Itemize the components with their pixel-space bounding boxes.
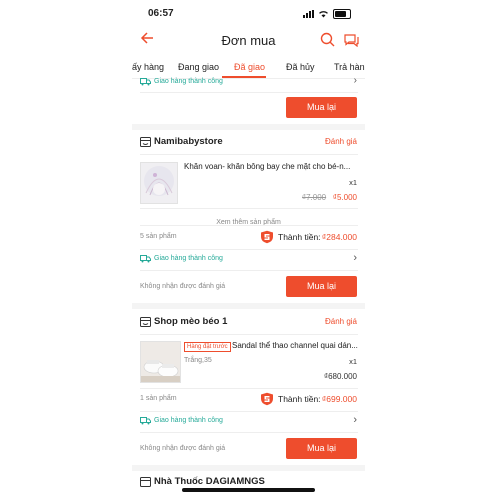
home-indicator <box>182 488 315 492</box>
order2-actions-row: Không nhận được đánh giá Mua lại <box>132 438 365 460</box>
tab-shipping[interactable]: Đang giao <box>178 62 219 72</box>
order2-variant: Trắng,35 <box>184 357 212 364</box>
chevron-right-icon: › <box>353 414 357 426</box>
divider <box>140 270 358 271</box>
chevron-right-icon: › <box>353 252 357 264</box>
order2-price: ₫680.000 <box>323 372 357 381</box>
shield-icon <box>261 392 273 406</box>
order2-total-row: 1 sản phẩm Thành tiền: ₫699.000 <box>132 391 365 407</box>
tab-delivered[interactable]: Đã giao <box>234 62 265 72</box>
cellular-signal-icon <box>303 10 314 18</box>
order0-ship-status: Giao hàng thành công <box>154 78 223 85</box>
order2-ship-status: Giao hàng thành công <box>154 417 223 424</box>
order1-old-price: ₫7.000 <box>302 193 327 202</box>
order1-total-row: 5 sản phẩm Thành tiền: ₫284.000 <box>132 229 365 245</box>
status-bar: 06:57 <box>132 6 365 22</box>
rebuy-button[interactable]: Mua lại <box>286 438 357 459</box>
order2-ship-row[interactable]: Giao hàng thành công › <box>132 414 365 430</box>
shop-icon <box>140 137 151 147</box>
chat-icon[interactable] <box>344 33 359 52</box>
order2-total-label: Thành tiền: <box>278 394 321 404</box>
order2-shop-name: Shop mèo béo 1 <box>154 316 228 327</box>
order3-shop-name: Nhà Thuốc DAGIAMNGS <box>154 476 265 487</box>
order1-product-row[interactable]: Khăn voan- khăn bông bay che mặt cho bé-… <box>132 160 365 204</box>
order1-shop-name: Namibabystore <box>154 136 223 147</box>
order2-qty: x1 <box>349 357 357 366</box>
divider <box>140 208 358 209</box>
delivery-truck-icon <box>140 417 151 425</box>
battery-icon <box>333 9 351 19</box>
order2-item-count: 1 sản phẩm <box>140 395 177 402</box>
order1-ship-status: Giao hàng thành công <box>154 255 223 262</box>
order3-shop-row[interactable]: Nhà Thuốc DAGIAMNGS <box>132 472 365 488</box>
order-separator <box>132 465 365 471</box>
order2-product-name: Sandal thể thao channel quai dán... <box>232 341 358 350</box>
rebuy-button[interactable]: Mua lại <box>286 276 357 297</box>
divider <box>140 92 358 93</box>
order2-total: ₫699.000 <box>321 394 357 404</box>
divider <box>140 411 358 412</box>
order2-shop-row[interactable]: Shop mèo béo 1 Đánh giá <box>132 310 365 332</box>
divider <box>140 249 358 250</box>
order2-product-image <box>140 341 181 383</box>
order1-qty: x1 <box>349 178 357 187</box>
divider <box>140 432 358 433</box>
order1-item-count: 5 sản phẩm <box>140 233 177 240</box>
order1-rate-link[interactable]: Đánh giá <box>325 137 357 146</box>
order1-ship-row[interactable]: Giao hàng thành công › <box>132 252 365 268</box>
active-tab-indicator <box>222 76 266 78</box>
order1-actions-row: Không nhận được đánh giá Mua lại <box>132 276 365 298</box>
order1-no-rating: Không nhận được đánh giá <box>140 283 226 290</box>
tab-cancelled[interactable]: Đã hủy <box>286 62 315 72</box>
order1-total: ₫284.000 <box>321 232 357 242</box>
rebuy-button[interactable]: Mua lại <box>286 97 357 118</box>
order1-product-image <box>140 162 178 204</box>
order2-product-row[interactable]: Hàng đặt trước Sandal thể thao channel q… <box>132 340 365 384</box>
order2-preorder-badge: Hàng đặt trước <box>184 342 231 352</box>
order1-product-name: Khăn voan- khăn bông bay che mặt cho bé-… <box>184 162 351 171</box>
order-status-tabs: ấy hàng Đang giao Đã giao Đã hủy Trả hàn… <box>132 56 365 79</box>
divider <box>140 334 358 335</box>
tab-awaiting-pickup[interactable]: ấy hàng <box>132 62 164 72</box>
divider <box>140 388 358 389</box>
shield-icon <box>261 230 273 244</box>
order-separator <box>132 303 365 309</box>
order1-total-label: Thành tiền: <box>278 232 321 242</box>
search-icon[interactable] <box>320 32 335 52</box>
phone-screen: 06:57 Đơn mua ấy hàng Đang giao Đã giao … <box>132 0 365 499</box>
status-icons <box>303 9 351 19</box>
order1-price: ₫5.000 <box>332 193 357 202</box>
shop-icon <box>140 477 151 487</box>
delivery-truck-icon <box>140 78 151 86</box>
tab-returns[interactable]: Trả hàng <box>334 62 365 72</box>
order1-see-more-row[interactable]: Xem thêm sản phẩm <box>132 211 365 226</box>
divider <box>140 154 358 155</box>
order2-rate-link[interactable]: Đánh giá <box>325 317 357 326</box>
delivery-truck-icon <box>140 255 151 263</box>
order1-shop-row[interactable]: Namibabystore Đánh giá <box>132 130 365 152</box>
wifi-icon <box>319 11 328 18</box>
divider <box>140 225 358 226</box>
header: Đơn mua <box>132 28 365 54</box>
chevron-right-icon: › <box>353 75 357 86</box>
status-time: 06:57 <box>148 8 174 19</box>
shop-icon <box>140 317 151 327</box>
order2-no-rating: Không nhận được đánh giá <box>140 445 226 452</box>
